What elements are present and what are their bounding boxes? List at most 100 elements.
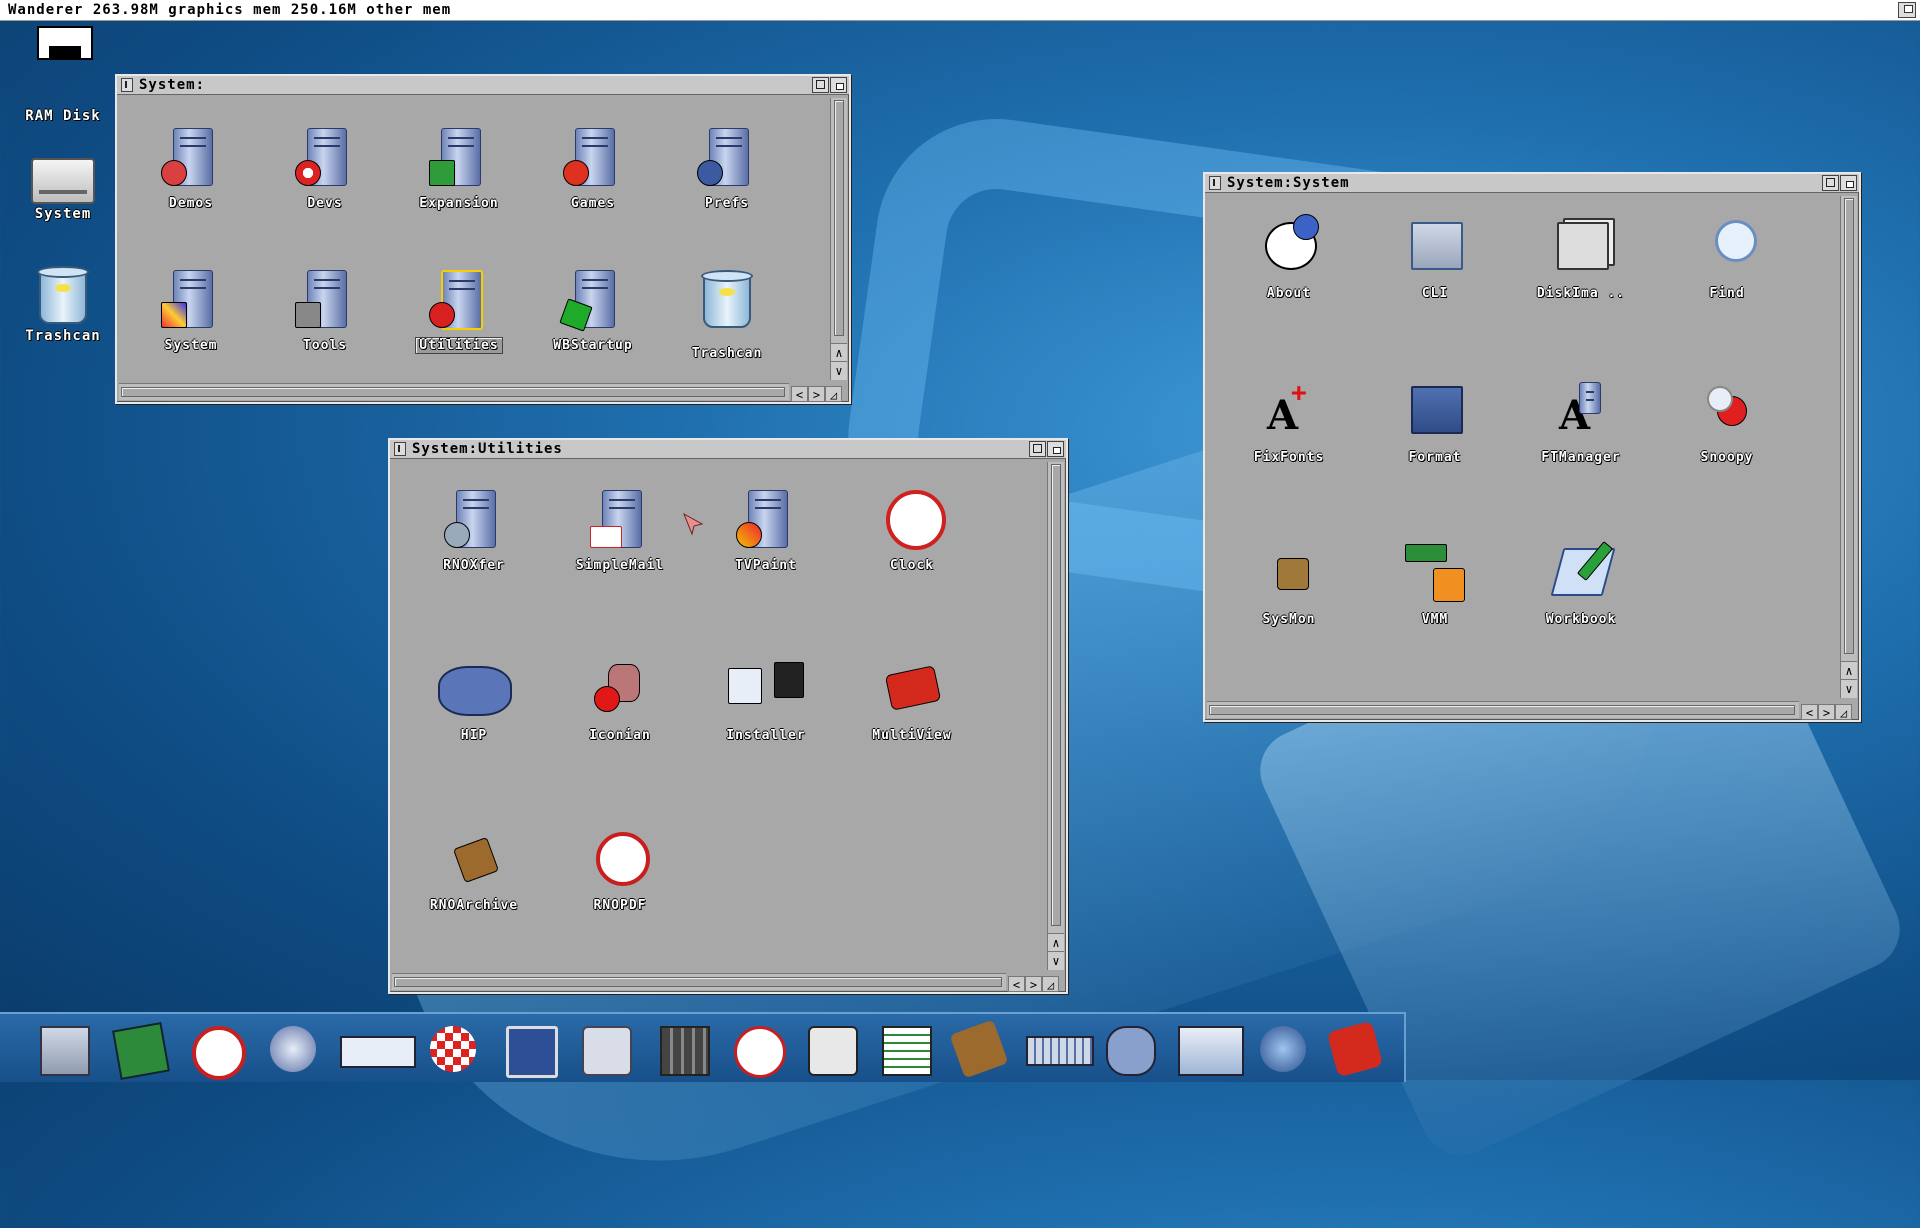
tool-fixfonts[interactable]: A + FixFonts [1229, 378, 1349, 465]
vertical-scrollbar[interactable]: ∧ ∨ [1047, 462, 1064, 970]
scroll-thumb[interactable] [834, 100, 844, 336]
scroll-right-arrow[interactable]: > [808, 386, 825, 402]
window-system-utilities[interactable]: System:Utilities RNOXfer SimpleMail TVPa… [388, 438, 1068, 994]
scroll-left-arrow[interactable]: < [1008, 976, 1025, 992]
zoom-icon[interactable] [812, 77, 829, 93]
horizontal-scrollbar[interactable] [1207, 701, 1799, 718]
tool-vmm[interactable]: VMM [1375, 540, 1495, 627]
util-installer[interactable]: Installer [706, 656, 826, 743]
dock-weather[interactable] [1172, 1022, 1244, 1076]
horizontal-scrollbar[interactable] [119, 383, 789, 400]
vertical-scrollbar[interactable]: ∧ ∨ [830, 98, 847, 380]
util-rnoarchive[interactable]: RNOArchive [414, 826, 534, 913]
window-system[interactable]: System: Demos Devs Expansion Games Prefs… [115, 74, 851, 404]
util-tvpaint[interactable]: TVPaint [706, 486, 826, 573]
scroll-right-arrow[interactable]: > [1818, 704, 1835, 720]
scroll-thumb[interactable] [1844, 198, 1854, 654]
util-clock[interactable]: Clock [852, 486, 972, 573]
scroll-thumb[interactable] [121, 387, 785, 397]
zoom-icon[interactable] [1029, 441, 1046, 457]
multiview-icon [1326, 1020, 1384, 1078]
close-icon[interactable] [394, 442, 406, 456]
drawer-system[interactable]: System [131, 266, 251, 353]
resize-icon[interactable]: ◿ [1835, 704, 1852, 720]
depth-icon[interactable] [1840, 175, 1857, 191]
util-iconian[interactable]: Iconian [560, 656, 680, 743]
dock-clock[interactable] [186, 1022, 246, 1080]
dock-boing[interactable] [424, 1022, 482, 1076]
drawer-devs[interactable]: Devs [265, 124, 385, 211]
dock-magnifier[interactable] [576, 1022, 634, 1076]
drawer-prefs[interactable]: Prefs [667, 124, 787, 211]
scroll-down-arrow[interactable]: ∨ [1048, 951, 1064, 970]
window-system-system[interactable]: System:System About CLI DiskIma .. Find … [1203, 172, 1861, 722]
drawer-utilities[interactable]: Utilities [399, 266, 519, 354]
close-icon[interactable] [121, 78, 133, 92]
zoom-icon[interactable] [1822, 175, 1839, 191]
dock-network[interactable] [1254, 1022, 1312, 1076]
tool-about[interactable]: About [1229, 214, 1349, 301]
resize-icon[interactable]: ◿ [825, 386, 842, 402]
util-multiview[interactable]: MultiView [852, 656, 972, 743]
scroll-up-arrow[interactable]: ∧ [1048, 933, 1064, 952]
drawer-tools[interactable]: Tools [265, 266, 385, 353]
dock-monitor[interactable] [500, 1022, 558, 1078]
dock-inote[interactable] [802, 1022, 860, 1076]
icon-label: Iconian [589, 728, 651, 743]
desktop-icon-trashcan[interactable]: Trashcan [8, 266, 118, 344]
tool-cli[interactable]: CLI [1375, 214, 1495, 301]
clock-icon [192, 1026, 246, 1080]
tool-format[interactable]: Format [1375, 378, 1495, 465]
dock-transfer[interactable] [264, 1022, 322, 1076]
util-rnoxfer[interactable]: RNOXfer [414, 486, 534, 573]
desktop-icon-system[interactable]: System [8, 158, 118, 222]
scroll-left-arrow[interactable]: < [1801, 704, 1818, 720]
scroll-up-arrow[interactable]: ∧ [831, 343, 847, 362]
scroll-thumb[interactable] [394, 977, 1002, 987]
scroll-thumb[interactable] [1051, 464, 1061, 926]
scroll-down-arrow[interactable]: ∨ [1841, 679, 1857, 698]
scroll-up-arrow[interactable]: ∧ [1841, 661, 1857, 680]
desktop-icon-ram-disk[interactable]: RAM Disk [8, 108, 118, 124]
dock-spreadsheet[interactable] [876, 1022, 934, 1076]
dock-shell[interactable] [34, 1022, 92, 1076]
scroll-right-arrow[interactable]: > [1025, 976, 1042, 992]
tool-diskimage[interactable]: DiskIma .. [1521, 214, 1641, 301]
tool-sysmon[interactable]: SysMon [1229, 540, 1349, 627]
depth-icon[interactable] [830, 77, 847, 93]
dock-multiview[interactable] [1326, 1020, 1384, 1078]
tool-snoopy[interactable]: Snoopy [1667, 378, 1787, 465]
dock-panel[interactable] [334, 1022, 416, 1076]
dock-hippo[interactable] [1100, 1022, 1158, 1076]
util-simplemail[interactable]: SimpleMail [560, 486, 680, 573]
tool-ftmanager[interactable]: A FTManager [1521, 378, 1641, 465]
window-titlebar[interactable]: System:Utilities [390, 440, 1066, 459]
drawer-expansion[interactable]: Expansion [399, 124, 519, 211]
depth-icon[interactable] [1047, 441, 1064, 457]
desktop-icon-floppy[interactable] [10, 26, 120, 60]
window-titlebar[interactable]: System:System [1205, 174, 1859, 193]
resize-icon[interactable]: ◿ [1042, 976, 1059, 992]
trashcan[interactable]: Trashcan [667, 266, 787, 361]
screen-depth-gadget[interactable] [1898, 2, 1916, 18]
scroll-thumb[interactable] [1209, 705, 1795, 715]
tool-find[interactable]: Find [1667, 214, 1787, 301]
window-titlebar[interactable]: System: [117, 76, 849, 95]
util-rnopdf[interactable]: RNOPDF [560, 826, 680, 913]
dock-archive[interactable] [949, 1019, 1009, 1079]
dock-pdf[interactable] [728, 1022, 786, 1078]
dock-notepad[interactable] [110, 1022, 170, 1080]
scroll-left-arrow[interactable]: < [791, 386, 808, 402]
drawer-games[interactable]: Games [533, 124, 653, 211]
dock-keyboard[interactable] [1020, 1022, 1094, 1076]
scroll-down-arrow[interactable]: ∨ [831, 361, 847, 380]
vertical-scrollbar[interactable]: ∧ ∨ [1840, 196, 1857, 698]
close-icon[interactable] [1209, 176, 1221, 190]
icon-label: SimpleMail [575, 558, 665, 573]
dock-calculator[interactable] [654, 1022, 712, 1076]
drawer-demos[interactable]: Demos [131, 124, 251, 211]
horizontal-scrollbar[interactable] [392, 973, 1006, 990]
drawer-wbstartup[interactable]: WBStartup [533, 266, 653, 353]
util-hip[interactable]: HIP [414, 656, 534, 743]
tool-workbook[interactable]: Workbook [1521, 540, 1641, 627]
